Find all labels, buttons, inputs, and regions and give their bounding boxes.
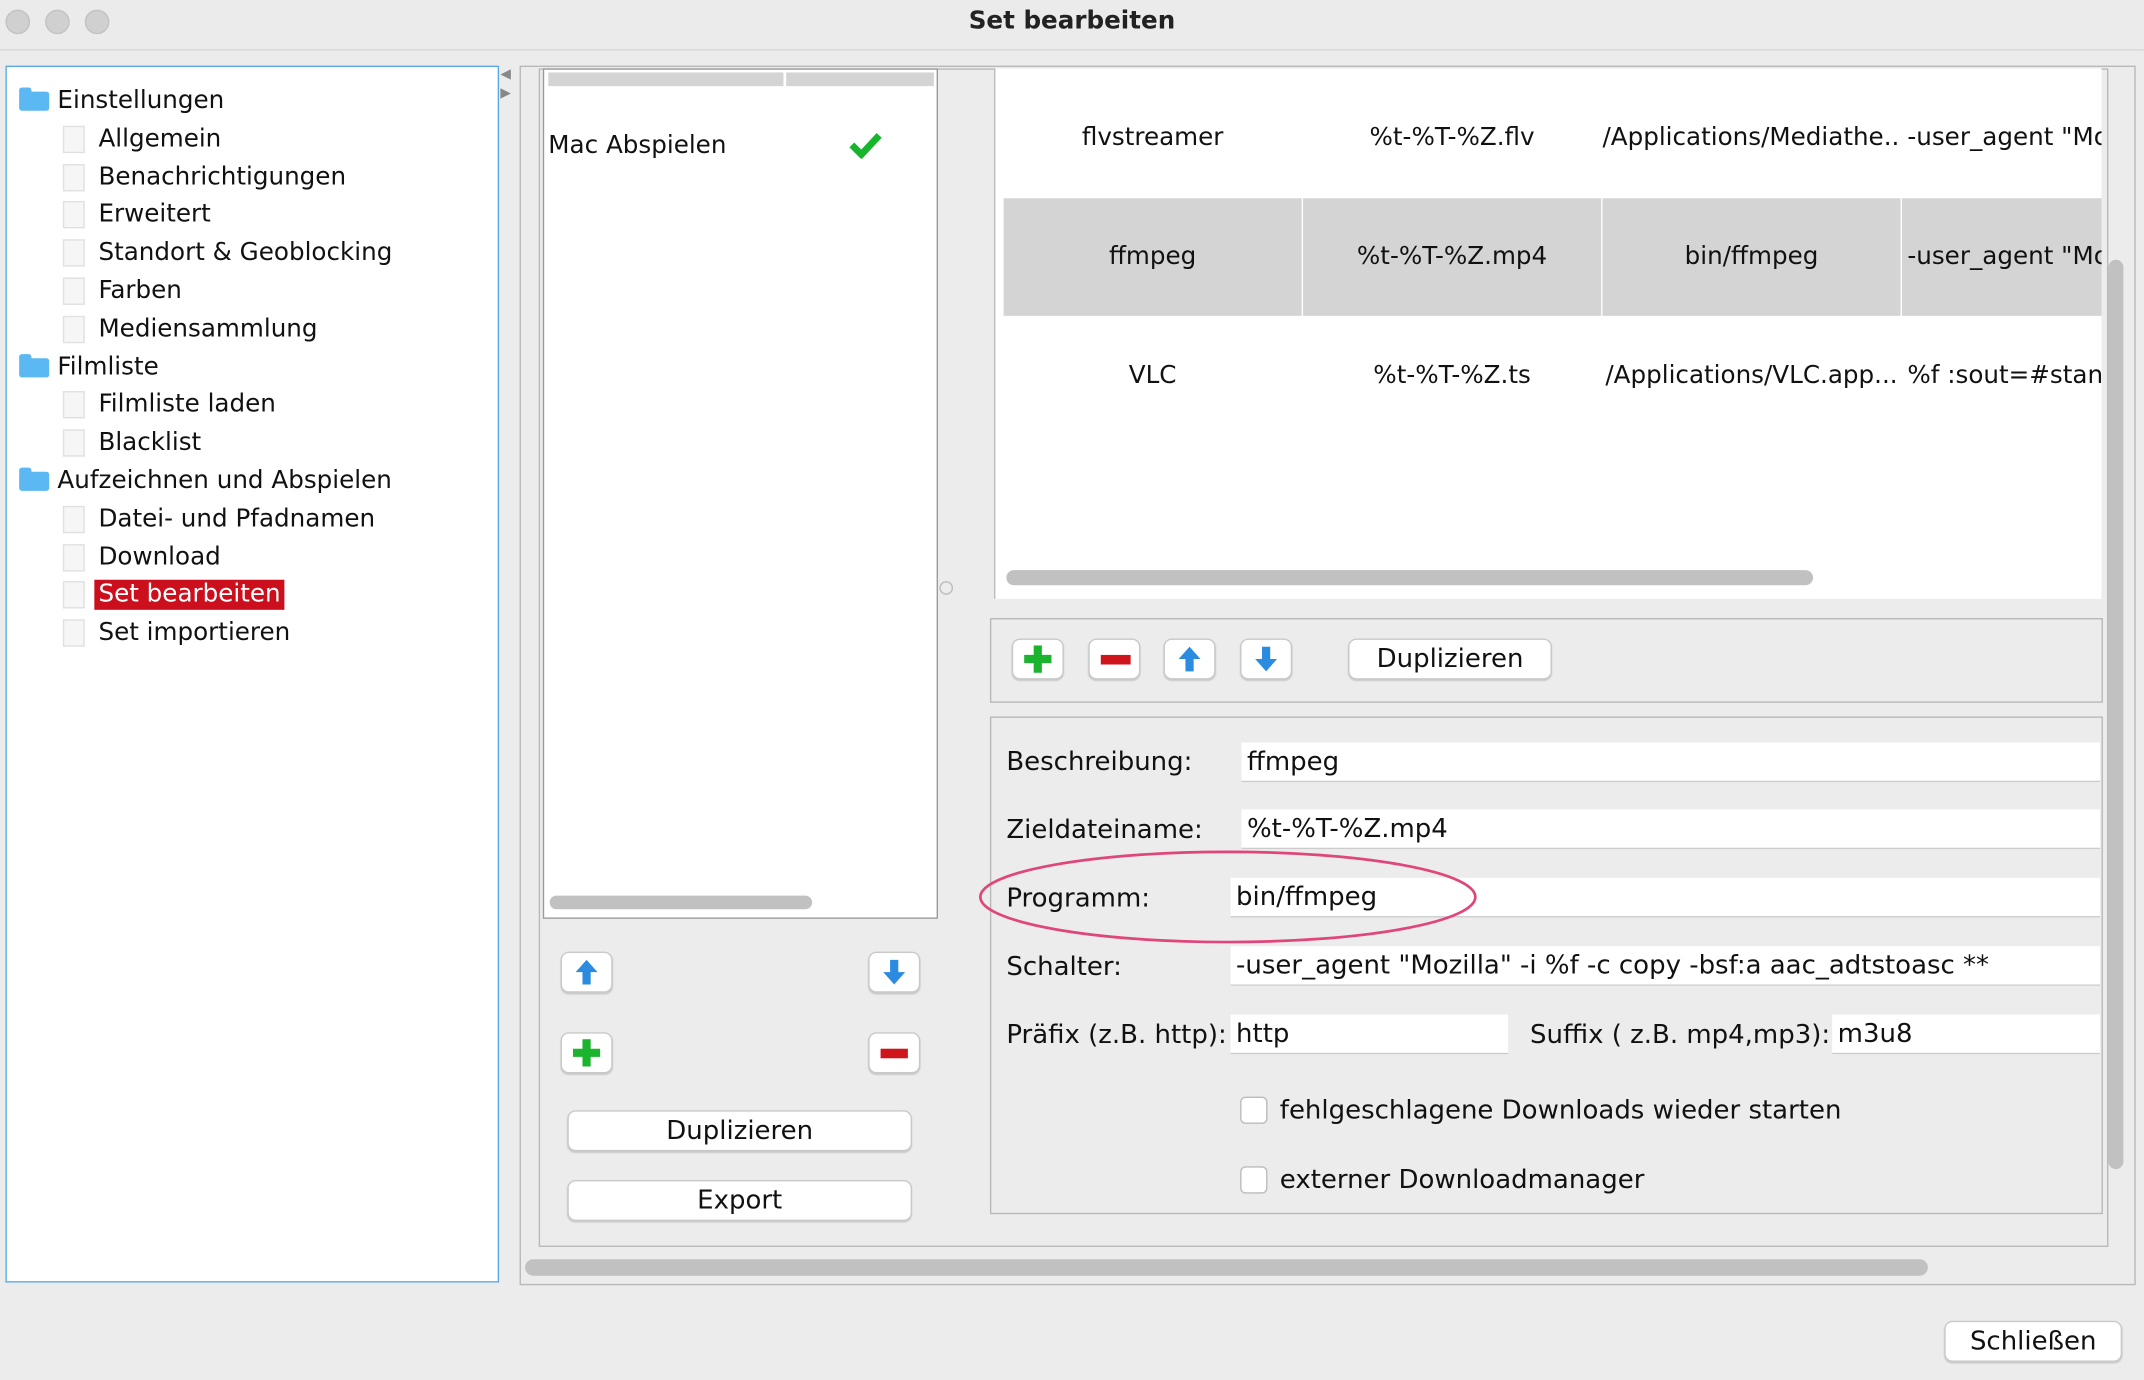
splitter-arrows-icon[interactable]: ◀ ▶ [500, 66, 511, 104]
sets-table: Mac Abspielen [542, 68, 938, 919]
zieldateiname-input[interactable]: %t-%T-%Z.mp4 [1241, 809, 2101, 850]
page-icon [62, 163, 85, 191]
folder-icon [19, 353, 50, 377]
title-bar: Set bearbeiten [0, 0, 2144, 51]
add-set-button[interactable] [560, 1032, 613, 1074]
praefix-label: Präfix (z.B. http): [1006, 1020, 1227, 1051]
zieldateiname-label: Zieldateiname: [1006, 814, 1203, 845]
tree-item[interactable]: Filmliste [57, 352, 158, 382]
duplicate-set-button[interactable]: Duplizieren [567, 1110, 912, 1152]
program-cell: /Applications/Mediathe... [1602, 123, 1901, 152]
tree-item[interactable]: Aufzeichnen und Abspielen [57, 466, 391, 496]
beschreibung-input[interactable]: ffmpeg [1241, 742, 2101, 783]
page-icon [62, 429, 85, 457]
sets-scrollbar[interactable] [549, 895, 813, 910]
remove-program-button[interactable] [1088, 638, 1141, 680]
tree-item[interactable]: Standort & Geoblocking [98, 238, 392, 268]
program-cell: %t-%T-%Z.ts [1373, 360, 1531, 390]
tree-item[interactable]: Set importieren [98, 618, 290, 648]
tree-item[interactable]: Einstellungen [57, 86, 224, 116]
plus-icon [1024, 645, 1052, 673]
tree-item[interactable]: Filmliste laden [98, 390, 275, 420]
close-button[interactable]: Schließen [1944, 1320, 2123, 1362]
suffix-input[interactable]: m3u8 [1832, 1014, 2101, 1055]
arrow-up-icon [575, 959, 598, 985]
page-icon [62, 581, 85, 609]
horizontal-scrollbar[interactable] [525, 1259, 1928, 1276]
external-downloadmanager-label: externer Downloadmanager [1279, 1164, 1645, 1196]
tree-item[interactable]: Set bearbeiten [94, 580, 285, 611]
page-icon [62, 277, 85, 305]
program-row[interactable]: ffmpeg %t-%T-%Z.mp4 bin/ffmpeg -user_agent … [995, 198, 2102, 316]
folder-icon [19, 467, 50, 491]
set-name: Mac Abspielen [548, 131, 727, 160]
praefix-input[interactable]: http [1230, 1014, 1509, 1055]
page-icon [62, 125, 85, 153]
beschreibung-label: Beschreibung: [1006, 746, 1193, 777]
vertical-scrollbar[interactable] [2108, 259, 2124, 1170]
restart-downloads-checkbox[interactable] [1240, 1096, 1268, 1124]
program-cell: /Applications/VLC.app... [1605, 360, 1898, 390]
window-title: Set bearbeiten [968, 6, 1176, 36]
settings-tree: Einstellungen Allgemein Benachrichtigungen… [5, 65, 500, 1283]
page-icon [62, 239, 85, 267]
tree-item[interactable]: Mediensammlung [98, 314, 317, 344]
tree-item[interactable]: Datei- und Pfadnamen [98, 504, 375, 534]
program-cell: -user_agent "Moz [1907, 123, 2102, 152]
sets-column-header[interactable] [786, 72, 934, 87]
remove-set-button[interactable] [868, 1032, 921, 1074]
page-icon [62, 201, 85, 229]
tree-item[interactable]: Farben [98, 276, 181, 306]
highlight-ellipse [978, 850, 1477, 944]
page-icon [62, 391, 85, 419]
export-set-button[interactable]: Export [567, 1179, 912, 1221]
program-row[interactable]: flvstreamer %t-%T-%Z.flv/Applications/Med… [995, 79, 2102, 197]
schalter-input[interactable]: -user_agent "Mozilla" -i %f -c copy -bsf… [1230, 946, 2101, 986]
schalter-label: Schalter: [1006, 951, 1122, 982]
folder-icon [19, 87, 50, 111]
move-program-up-button[interactable] [1163, 638, 1216, 680]
arrow-down-icon [1255, 646, 1278, 672]
page-icon [62, 315, 85, 343]
splitter-handle[interactable] [939, 581, 954, 595]
tree-item[interactable]: Benachrichtigungen [98, 162, 346, 192]
minus-icon [880, 1048, 908, 1059]
suffix-label: Suffix ( z.B. mp4,mp3): [1530, 1020, 1831, 1051]
move-program-down-button[interactable] [1240, 638, 1293, 680]
programs-scrollbar[interactable] [1006, 570, 1814, 586]
tree-item[interactable]: Blacklist [98, 428, 201, 458]
restart-downloads-label: fehlgeschlagene Downloads wieder starten [1279, 1095, 1842, 1126]
plus-icon [572, 1039, 601, 1067]
program-cell: %t-%T-%Z.flv [1369, 123, 1535, 152]
program-cell: %f :sout=#standa [1907, 360, 2102, 390]
set-row[interactable]: Mac Abspielen [548, 131, 931, 164]
move-set-up-button[interactable] [560, 951, 613, 993]
move-set-down-button[interactable] [868, 951, 921, 993]
page-icon [62, 543, 85, 571]
program-cell: %t-%T-%Z.mp4 [1303, 198, 1602, 316]
program-cell: bin/ffmpeg [1602, 198, 1901, 316]
sets-column-header[interactable] [548, 72, 784, 87]
minus-icon [1100, 654, 1131, 665]
add-program-button[interactable] [1011, 638, 1064, 680]
program-cell: -user_agent "Moz [1901, 198, 2102, 316]
page-icon [62, 505, 85, 533]
tree-item[interactable]: Erweitert [98, 200, 210, 230]
duplicate-program-button[interactable]: Duplizieren [1348, 638, 1552, 680]
arrow-down-icon [883, 959, 906, 985]
page-icon [62, 619, 85, 647]
programs-table: flvstreamer %t-%T-%Z.flv/Applications/Med… [994, 68, 2102, 599]
program-cell: ffmpeg [1003, 198, 1302, 316]
program-cell: flvstreamer [1081, 123, 1224, 152]
tree-item[interactable]: Download [98, 542, 220, 572]
program-cell: VLC [1128, 360, 1177, 390]
program-row[interactable]: VLC %t-%T-%Z.ts/Applications/VLC.app... %f… [995, 317, 2102, 435]
check-icon [849, 133, 882, 159]
arrow-up-icon [1178, 646, 1201, 672]
external-downloadmanager-checkbox[interactable] [1240, 1166, 1268, 1194]
tree-item[interactable]: Allgemein [98, 124, 221, 154]
